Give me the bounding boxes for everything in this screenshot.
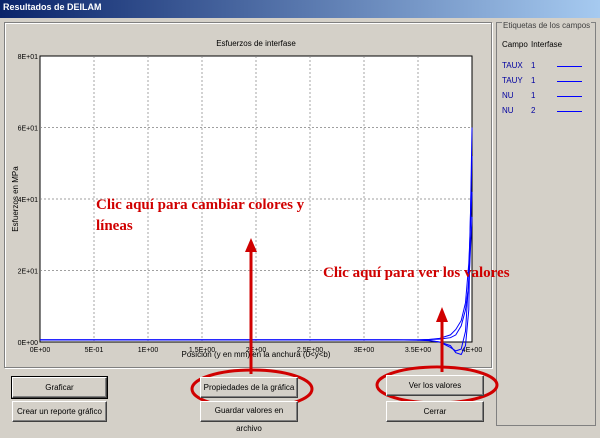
title-bar: Resultados de DEILAM: [0, 0, 600, 18]
graficar-button[interactable]: Graficar: [11, 376, 108, 399]
legend-campo: NU: [502, 106, 514, 115]
legend-campo: TAUY: [502, 76, 523, 85]
cerrar-button[interactable]: Cerrar: [386, 401, 484, 422]
x-tick-label: 5E-01: [85, 347, 104, 354]
y-tick-label: 8E+01: [18, 54, 39, 61]
y-axis-label: Esfuerzos en MPa: [11, 166, 20, 232]
x-tick-label: 3.5E+00: [405, 347, 431, 354]
x-tick-label: 3E+00: [354, 347, 375, 354]
x-axis-label: Posición (y en mm) en la anchura (0<y<b): [182, 350, 331, 359]
propiedades-button[interactable]: Propiedades de la gráfica: [200, 377, 298, 398]
legend-campo: NU: [502, 91, 514, 100]
crear-reporte-button[interactable]: Crear un reporte gráfico: [12, 401, 107, 422]
ver-valores-button[interactable]: Ver los valores: [386, 375, 484, 396]
legend-line: [557, 96, 582, 97]
annotation-change-colors: Clic aquí para cambiar colores y líneas: [96, 195, 304, 237]
legend-interfase: 1: [531, 61, 536, 70]
legend-title: Etiquetas de los campos: [502, 21, 592, 30]
x-tick-label: 1E+00: [138, 347, 159, 354]
x-tick-label: 0E+00: [30, 347, 51, 354]
y-tick-label: 4E+01: [18, 197, 39, 204]
legend-interfase: 2: [531, 106, 536, 115]
annotation-view-values: Clic aquí para ver los valores: [323, 265, 510, 281]
legend-line: [557, 81, 582, 82]
legend-line: [557, 111, 582, 112]
legend-line: [557, 66, 582, 67]
legend-col-interfase: Interfase: [531, 40, 563, 49]
window-title: Resultados de DEILAM: [3, 2, 102, 12]
y-tick-label: 0E+00: [18, 340, 39, 347]
legend-interfase: 1: [531, 76, 536, 85]
annotation-line: Clic aquí para cambiar colores y: [96, 197, 305, 213]
legend-campo: TAUX: [502, 61, 523, 70]
y-tick-label: 6E+01: [18, 126, 39, 133]
guardar-valores-button[interactable]: Guardar valores en archivo: [200, 401, 298, 433]
legend-col-campo: Campo: [502, 40, 528, 49]
chart-title: Esfuerzos de interfase: [216, 39, 296, 48]
y-tick-label: 2E+01: [18, 269, 39, 276]
legend-interfase: 1: [531, 91, 536, 100]
annotation-line: líneas: [96, 218, 133, 234]
